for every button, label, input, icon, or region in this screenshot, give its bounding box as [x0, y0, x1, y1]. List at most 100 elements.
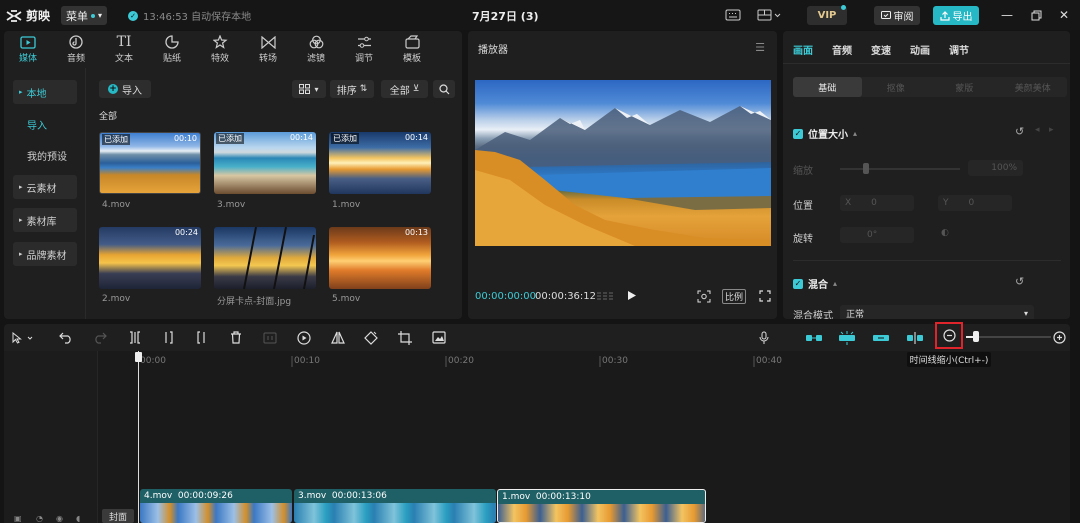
- rotate-dial-icon[interactable]: ◐: [941, 228, 961, 242]
- minimize-icon[interactable]: —: [1000, 8, 1014, 22]
- prev-keyframe-icon[interactable]: ◂: [1035, 125, 1040, 135]
- playhead[interactable]: [138, 351, 139, 523]
- nav-local[interactable]: ▸ 本地: [13, 80, 77, 104]
- view-mode-button[interactable]: ▾: [292, 80, 326, 98]
- sort-button[interactable]: 排序 ⇅: [330, 80, 374, 98]
- filter-button[interactable]: 全部 ⊻: [381, 80, 428, 98]
- nav-brand[interactable]: ▸ 品牌素材: [13, 242, 77, 266]
- tab-transition[interactable]: 转场: [244, 31, 292, 67]
- audio-track-icon[interactable]: ◖: [76, 514, 86, 523]
- playhead-handle[interactable]: [135, 352, 142, 362]
- mute-icon[interactable]: ◔: [36, 514, 46, 523]
- tab-audio[interactable]: 音频: [52, 31, 100, 67]
- eye-icon[interactable]: ◉: [56, 514, 66, 523]
- layout-icon[interactable]: [756, 7, 782, 23]
- microphone-icon[interactable]: [755, 329, 773, 346]
- nav-my-presets[interactable]: 我的预设: [13, 143, 77, 167]
- auto-snap-icon[interactable]: [837, 330, 857, 345]
- tab-filter[interactable]: 滤镜: [292, 31, 340, 67]
- subtab-basic[interactable]: 基础: [793, 77, 862, 97]
- waveform-icon[interactable]: [595, 290, 615, 302]
- scale-value-field[interactable]: 100%: [968, 160, 1023, 176]
- nav-library[interactable]: ▸ 素材库: [13, 208, 77, 232]
- reverse-play-icon[interactable]: [295, 329, 313, 346]
- subtab-mask[interactable]: 蒙版: [930, 77, 999, 97]
- tab-media[interactable]: 媒体: [4, 31, 52, 67]
- tab-animation[interactable]: 动画: [910, 42, 930, 57]
- media-thumb[interactable]: 00:24: [99, 227, 201, 289]
- timeline-clip[interactable]: 4.mov 00:00:09:26: [140, 489, 292, 523]
- crop-icon[interactable]: [396, 329, 414, 346]
- checkbox-icon[interactable]: ✓: [793, 128, 803, 139]
- focus-icon[interactable]: [696, 290, 712, 303]
- restore-icon[interactable]: [1029, 8, 1043, 22]
- hamburger-icon[interactable]: ☰: [755, 41, 765, 54]
- preview-axis-icon[interactable]: [905, 330, 925, 345]
- sort-icon: ⇅: [359, 84, 368, 94]
- scale-slider-knob[interactable]: [863, 163, 869, 174]
- position-size-section[interactable]: ✓ 位置大小 ▴: [793, 126, 857, 141]
- search-button[interactable]: [433, 80, 455, 98]
- x-field[interactable]: X 0: [840, 195, 914, 211]
- menu-button[interactable]: 菜单 ▾: [61, 6, 107, 25]
- split-icon[interactable]: [126, 329, 144, 346]
- media-thumb[interactable]: 已添加 00:14: [214, 132, 316, 194]
- reset-icon[interactable]: ↺: [1015, 125, 1024, 138]
- reset-icon[interactable]: ↺: [1015, 275, 1024, 288]
- zoom-in-icon[interactable]: [1049, 330, 1069, 345]
- y-field[interactable]: Y 0: [938, 195, 1012, 211]
- play-icon[interactable]: [625, 290, 639, 301]
- lock-icon[interactable]: ▣: [14, 514, 24, 523]
- close-icon[interactable]: ✕: [1057, 8, 1071, 22]
- tab-picture[interactable]: 画面: [793, 42, 813, 57]
- tab-template[interactable]: 模板: [388, 31, 436, 67]
- tab-audio[interactable]: 音频: [832, 42, 852, 57]
- tab-effects[interactable]: 特效: [196, 31, 244, 67]
- next-keyframe-icon[interactable]: ▸: [1049, 125, 1054, 135]
- tab-text[interactable]: TI 文本: [100, 31, 148, 67]
- review-button[interactable]: 审阅: [874, 6, 920, 25]
- undo-icon[interactable]: [57, 329, 75, 346]
- media-thumb[interactable]: 已添加 00:10: [99, 132, 201, 194]
- delete-icon[interactable]: [227, 329, 245, 346]
- media-thumb[interactable]: 已添加 00:14: [329, 132, 431, 194]
- fullscreen-icon[interactable]: [758, 290, 772, 302]
- zoom-slider-knob[interactable]: [973, 331, 979, 342]
- tab-speed[interactable]: 变速: [871, 42, 891, 57]
- blend-mode-select[interactable]: 正常 ▾: [840, 305, 1034, 319]
- timeline-clip[interactable]: 3.mov 00:00:13:06: [294, 489, 496, 523]
- divider: [783, 63, 1070, 64]
- tab-adjust[interactable]: 调节: [949, 42, 969, 57]
- subtab-beauty[interactable]: 美颜美体: [999, 77, 1068, 97]
- tab-adjust[interactable]: 调节: [340, 31, 388, 67]
- rotate-field[interactable]: 0°: [840, 227, 914, 243]
- magnet-icon[interactable]: [804, 330, 824, 345]
- subtab-cutout[interactable]: 抠像: [862, 77, 931, 97]
- timeline-clip[interactable]: 1.mov 00:00:13:10: [497, 489, 706, 523]
- scale-slider-track[interactable]: [840, 168, 960, 170]
- nav-cloud[interactable]: ▸ 云素材: [13, 175, 77, 199]
- media-thumb[interactable]: 00:13: [329, 227, 431, 289]
- rotate-icon[interactable]: [362, 329, 380, 346]
- mirror-icon[interactable]: [329, 329, 347, 346]
- plus-icon: +: [108, 83, 118, 94]
- checkbox-icon[interactable]: ✓: [793, 278, 803, 289]
- image-edit-icon[interactable]: [430, 329, 448, 346]
- blend-section[interactable]: ✓ 混合 ▴: [793, 276, 837, 291]
- export-button[interactable]: 导出: [933, 6, 979, 25]
- video-preview[interactable]: [475, 80, 771, 246]
- link-icon[interactable]: [871, 330, 891, 345]
- import-button[interactable]: + 导入: [99, 80, 151, 98]
- tab-sticker[interactable]: 贴纸: [148, 31, 196, 67]
- keyboard-icon[interactable]: [724, 7, 742, 23]
- cover-button[interactable]: 封面: [102, 509, 134, 523]
- ratio-button[interactable]: 比例: [722, 289, 746, 304]
- split-left-icon[interactable]: [159, 329, 177, 346]
- redo-icon[interactable]: [91, 329, 109, 346]
- zoom-out-button[interactable]: [935, 322, 963, 349]
- select-tool-icon[interactable]: [9, 329, 39, 346]
- split-right-icon[interactable]: [193, 329, 211, 346]
- media-thumb[interactable]: [214, 227, 316, 289]
- nav-import[interactable]: 导入: [13, 112, 77, 136]
- freeze-icon[interactable]: [261, 329, 279, 346]
